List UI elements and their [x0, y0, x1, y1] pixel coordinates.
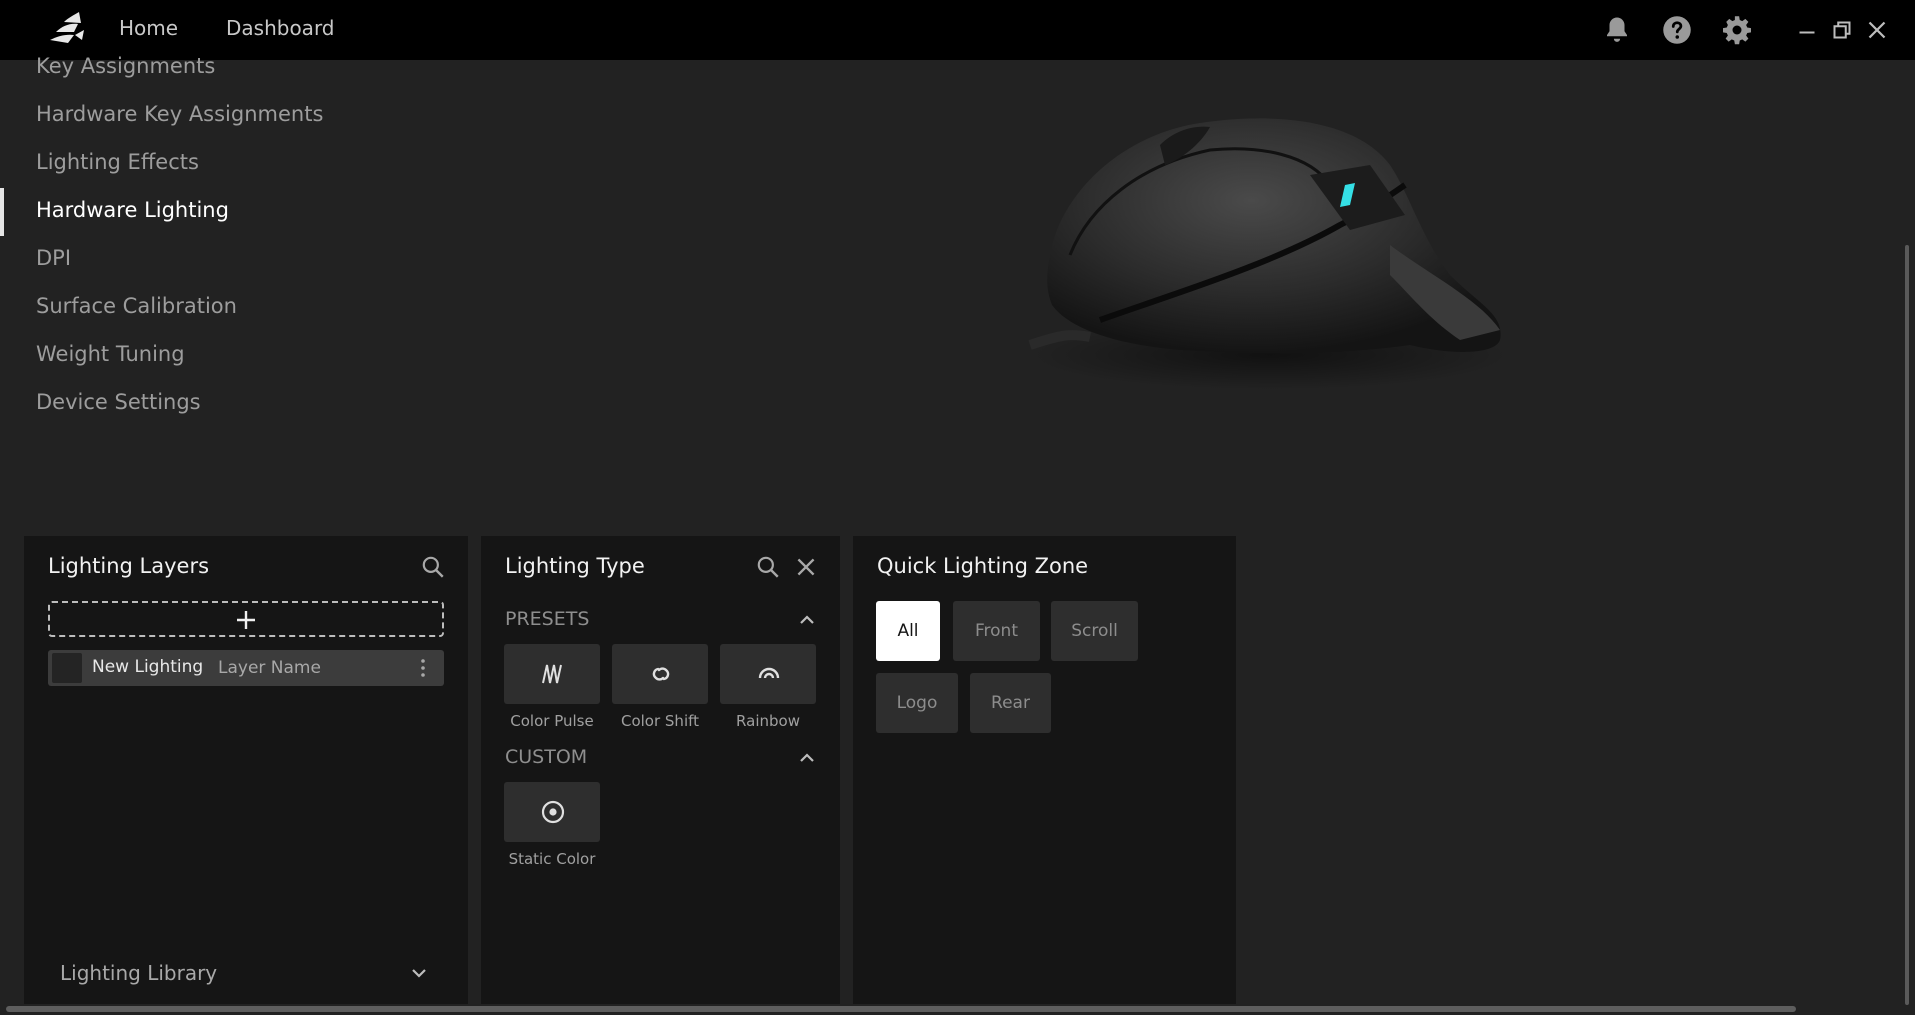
vertical-scrollbar[interactable] — [1905, 245, 1909, 1005]
restore-icon[interactable] — [1827, 15, 1857, 45]
quick-lighting-zone-title: Quick Lighting Zone — [877, 554, 1089, 578]
lighting-layers-title: Lighting Layers — [48, 554, 210, 578]
sidebar-item-lighting-effects[interactable]: Lighting Effects — [36, 150, 199, 174]
zone-all-button[interactable]: All — [876, 601, 940, 661]
chevron-down-icon[interactable] — [408, 962, 430, 984]
presets-section-label: PRESETS — [505, 608, 590, 630]
minimize-icon[interactable] — [1792, 15, 1822, 45]
close-icon[interactable] — [1862, 15, 1892, 45]
title-bar: Home Dashboard — [0, 0, 1915, 60]
sidebar-item-weight-tuning[interactable]: Weight Tuning — [36, 342, 185, 366]
color-shift-icon — [652, 667, 670, 681]
sidebar-item-dpi[interactable]: DPI — [36, 246, 71, 270]
close-icon[interactable] — [793, 554, 819, 580]
gear-icon[interactable] — [1722, 15, 1752, 45]
active-indicator — [0, 188, 4, 236]
static-color-icon — [541, 800, 565, 824]
zone-front-button[interactable]: Front — [953, 601, 1040, 661]
more-options-icon[interactable] — [417, 657, 429, 679]
layer-row[interactable]: New Lighting — [48, 650, 444, 686]
mouse-device-image — [1028, 118, 1510, 390]
custom-static-color[interactable] — [504, 782, 600, 842]
layer-color-swatch[interactable] — [52, 653, 82, 683]
rainbow-icon — [758, 667, 780, 679]
sidebar-item-device-settings[interactable]: Device Settings — [36, 390, 201, 414]
nav-home[interactable]: Home — [119, 16, 178, 40]
preset-rainbow[interactable] — [720, 644, 816, 704]
sidebar-item-surface-calibration[interactable]: Surface Calibration — [36, 294, 237, 318]
bell-icon[interactable] — [1602, 15, 1632, 45]
preset-label-color-shift: Color Shift — [620, 712, 700, 730]
sidebar-item-hardware-key-assignments[interactable]: Hardware Key Assignments — [36, 102, 323, 126]
color-pulse-icon — [542, 664, 562, 684]
horizontal-scrollbar[interactable] — [6, 1006, 1796, 1012]
lighting-type-title: Lighting Type — [505, 554, 645, 578]
chevron-up-icon[interactable] — [797, 748, 817, 768]
layer-name-input[interactable] — [218, 653, 398, 683]
lighting-type-panel: Lighting Type PRESETS Color Pulse Color … — [481, 536, 840, 1004]
plus-icon — [237, 611, 255, 629]
nav-dashboard[interactable]: Dashboard — [226, 16, 335, 40]
search-icon[interactable] — [420, 554, 446, 580]
corsair-logo-icon — [50, 12, 84, 43]
preset-color-pulse[interactable] — [504, 644, 600, 704]
app-window: Home Dashboard Key Assignments Hardware … — [0, 0, 1915, 1015]
chevron-up-icon[interactable] — [797, 610, 817, 630]
search-icon[interactable] — [755, 554, 781, 580]
preset-label-rainbow: Rainbow — [736, 712, 800, 730]
custom-section-label: CUSTOM — [505, 746, 588, 768]
zone-logo-button[interactable]: Logo — [876, 673, 958, 733]
lighting-layers-panel: Lighting Layers New Lighting Lighting Li… — [24, 536, 468, 1004]
zone-rear-button[interactable]: Rear — [970, 673, 1051, 733]
layer-name-label: New Lighting — [92, 657, 204, 677]
zone-scroll-button[interactable]: Scroll — [1051, 601, 1138, 661]
sidebar-item-key-assignments[interactable]: Key Assignments — [36, 54, 215, 78]
lighting-library-label[interactable]: Lighting Library — [60, 961, 217, 985]
custom-label-static-color: Static Color — [508, 850, 596, 868]
add-layer-button[interactable] — [48, 601, 444, 637]
help-icon[interactable] — [1662, 15, 1692, 45]
sidebar-item-hardware-lighting[interactable]: Hardware Lighting — [36, 198, 229, 222]
preset-color-shift[interactable] — [612, 644, 708, 704]
preset-label-color-pulse: Color Pulse — [510, 712, 594, 730]
quick-lighting-zone-panel: Quick Lighting Zone All Front Scroll Log… — [853, 536, 1236, 1004]
